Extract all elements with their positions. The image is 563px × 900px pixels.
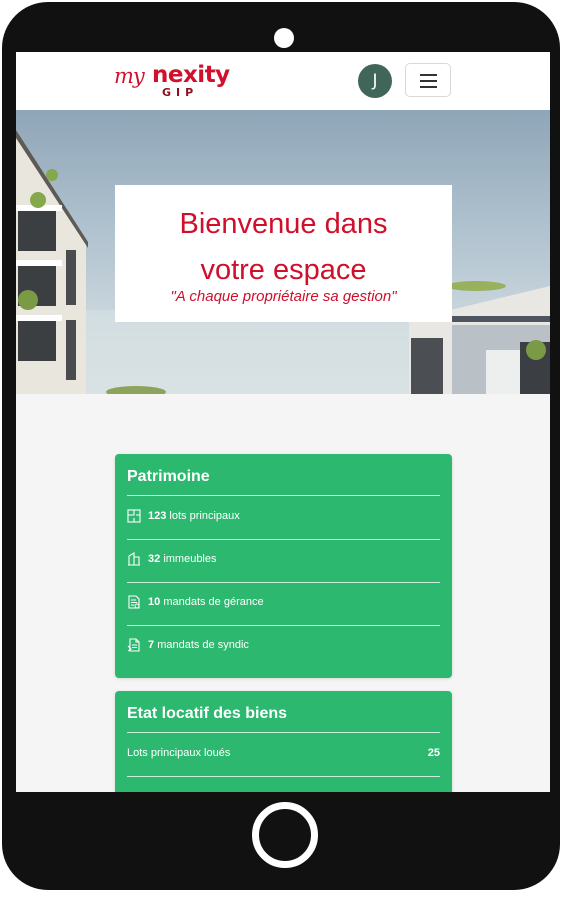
etat-locatif-card[interactable]: Etat locatif des biens Lots principaux l… xyxy=(115,691,452,792)
syndic-count: 7 xyxy=(148,639,155,651)
hero-banner: Bienvenue dans votre espace "A chaque pr… xyxy=(16,110,550,394)
divider xyxy=(127,625,440,626)
welcome-subtitle: "A chaque propriétaire sa gestion" xyxy=(170,288,397,305)
welcome-title: Bienvenue dans votre espace xyxy=(115,201,452,293)
logo-my-text: my xyxy=(114,64,145,88)
logo-brand-text: nexity xyxy=(152,62,230,88)
tablet-frame: my nexity GIP J Bienvenue dans votre esp… xyxy=(2,2,560,890)
contract-icon xyxy=(128,595,140,609)
divider xyxy=(127,539,440,540)
etat-locatif-title: Etat locatif des biens xyxy=(127,705,288,722)
mynexity-logo[interactable]: my nexity GIP xyxy=(114,62,242,100)
lots-label: lots principaux xyxy=(169,510,240,522)
divider xyxy=(127,495,440,496)
syndic-label: mandats de syndic xyxy=(157,639,249,651)
home-button[interactable] xyxy=(252,802,318,868)
patrimoine-title: Patrimoine xyxy=(127,468,210,485)
patrimoine-card[interactable]: Patrimoine 123 lots principaux 32 immeub… xyxy=(115,454,452,678)
camera-icon xyxy=(274,28,294,48)
etat-locatif-row[interactable]: Lots principaux loués 25 xyxy=(127,744,440,764)
immeubles-label: immeubles xyxy=(163,553,217,565)
app-header: my nexity GIP J xyxy=(16,52,550,110)
user-avatar[interactable]: J xyxy=(358,64,392,98)
patrimoine-item-syndic[interactable]: 7 mandats de syndic xyxy=(127,636,440,656)
lots-loues-value: 25 xyxy=(427,747,440,759)
patrimoine-item-gerance[interactable]: 10 mandats de gérance xyxy=(127,593,440,613)
patrimoine-item-lots[interactable]: 123 lots principaux xyxy=(127,507,440,527)
floorplan-icon xyxy=(127,509,141,523)
welcome-card: Bienvenue dans votre espace "A chaque pr… xyxy=(115,185,452,322)
lots-count: 123 xyxy=(148,510,167,522)
logo-sub-text: GIP xyxy=(162,86,199,99)
gerance-label: mandats de gérance xyxy=(163,596,264,608)
welcome-title-line2: votre espace xyxy=(200,254,367,286)
gerance-count: 10 xyxy=(148,596,161,608)
divider xyxy=(127,776,440,777)
divider xyxy=(127,732,440,733)
welcome-title-line1: Bienvenue dans xyxy=(179,208,388,240)
lots-loues-label: Lots principaux loués xyxy=(127,747,231,759)
menu-button[interactable] xyxy=(405,63,451,97)
document-icon xyxy=(127,638,140,652)
patrimoine-item-immeubles[interactable]: 32 immeubles xyxy=(127,550,440,570)
app-screen: my nexity GIP J Bienvenue dans votre esp… xyxy=(16,52,550,792)
building-icon xyxy=(128,552,140,566)
immeubles-count: 32 xyxy=(148,553,161,565)
divider xyxy=(127,582,440,583)
